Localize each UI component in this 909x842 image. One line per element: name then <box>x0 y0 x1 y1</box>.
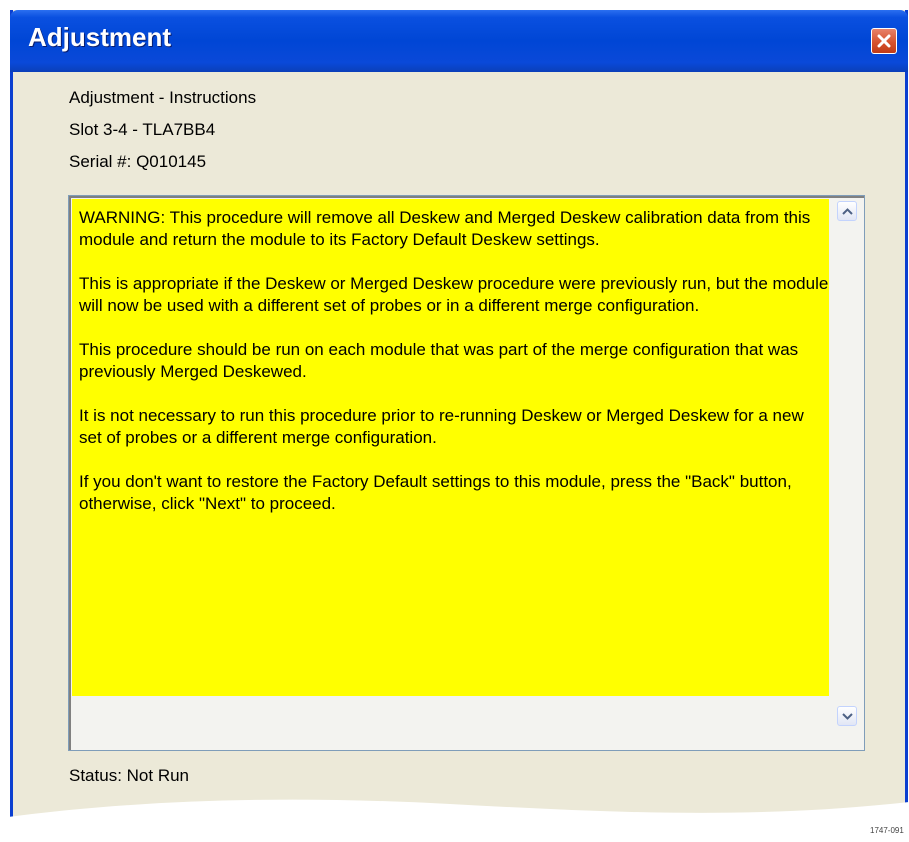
warning-text: WARNING: This procedure will remove all … <box>79 207 829 537</box>
chevron-up-icon <box>842 208 853 215</box>
close-button[interactable] <box>871 28 897 54</box>
instruction-paragraph: This procedure should be run on each mod… <box>79 340 799 381</box>
slot-label: Slot 3-4 - TLA7BB4 <box>69 120 216 139</box>
instruction-paragraph: This is appropriate if the Deskew or Mer… <box>79 274 829 315</box>
scroll-down-button[interactable] <box>837 706 857 726</box>
figure-id: 1747-091 <box>870 826 904 835</box>
title-bar[interactable]: Adjustment <box>10 10 908 72</box>
scroll-up-button[interactable] <box>837 201 857 221</box>
adjustment-dialog: Adjustment Adjustment - Instructions Slo… <box>10 10 908 842</box>
window-title: Adjustment <box>28 22 171 52</box>
close-icon <box>877 34 891 48</box>
vertical-scrollbar[interactable] <box>837 201 857 746</box>
torn-edge <box>0 799 909 842</box>
instructions-heading: Adjustment - Instructions <box>69 88 257 107</box>
instruction-paragraph: WARNING: This procedure will remove all … <box>79 208 811 249</box>
serial-label: Serial #: Q010145 <box>69 152 207 171</box>
instructions-textbox[interactable]: WARNING: This procedure will remove all … <box>68 195 865 751</box>
instruction-paragraph: If you don't want to restore the Factory… <box>79 472 792 513</box>
instruction-paragraph: It is not necessary to run this procedur… <box>79 406 804 447</box>
warning-highlight: WARNING: This procedure will remove all … <box>72 199 829 696</box>
chevron-down-icon <box>842 713 853 720</box>
status-text: Status: Not Run <box>69 766 190 785</box>
